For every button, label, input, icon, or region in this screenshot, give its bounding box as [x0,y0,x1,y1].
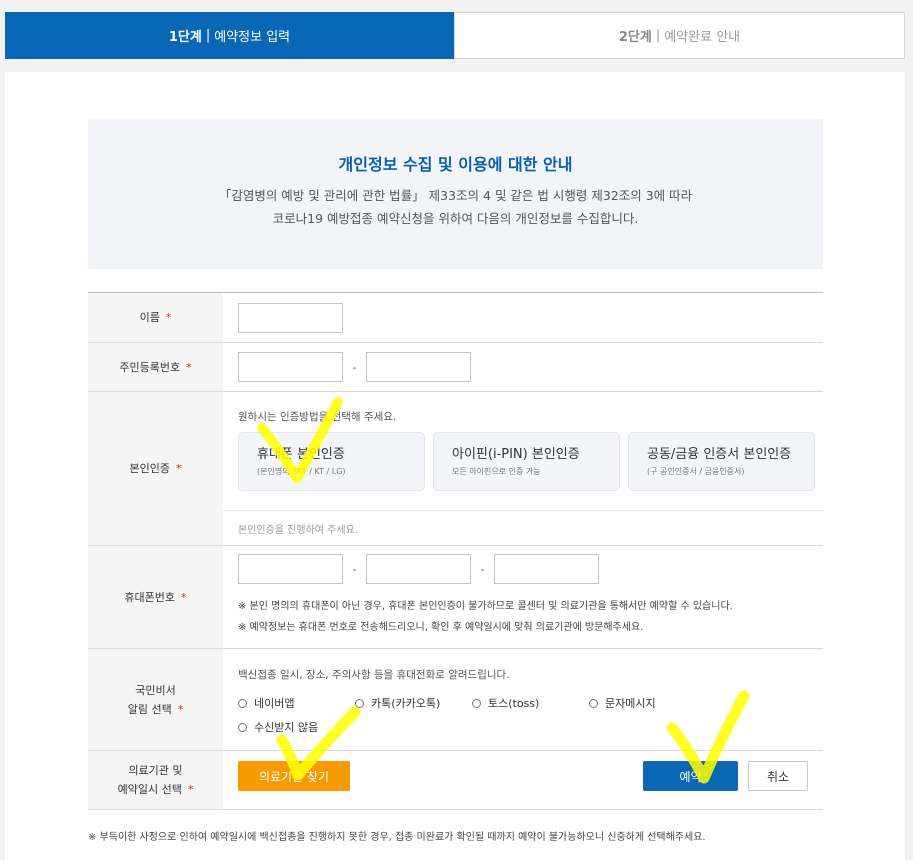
cancel-button[interactable]: 취소 [748,761,808,791]
auth-row: 본인인증 * 원하시는 인증방법을 선택해 주세요. 휴대폰 본인인증 (본인명의… [88,392,823,546]
radio-toss[interactable]: 토스(toss) [472,691,589,715]
name-content [223,293,823,342]
secretary-label-line2: 알림 선택 [127,702,172,716]
notice-line-2: 코로나19 예방접종 예약신청을 위하여 다음의 개인정보를 수집합니다. [272,211,639,226]
secretary-row: 국민비서 알림 선택 * 백신접종 일시, 장소, 주의사항 등을 휴대전화로 알… [88,649,823,751]
secretary-options: 네이버앱 카톡(카카오톡) 토스(toss) 문자메시지 수신받지 않음 [238,691,718,739]
radio-label: 카톡(카카오톡) [371,697,441,710]
radio-circle-icon [589,698,598,708]
auth-card-sub: (본인명의 SKT / KT / LG) [257,467,346,476]
phone-row: 휴대폰번호 * -- ※ 본인 명의의 휴대폰이 아닌 경우, 휴대폰 본인인증이… [88,546,823,649]
auth-label: 본인인증 * [88,392,223,545]
auth-card-sub: 모든 아이핀으로 인증 가능 [452,467,541,476]
radio-circle-icon [355,698,364,708]
phone-note-1: ※ 본인 명의의 휴대폰이 아닌 경우, 휴대폰 본인인증이 불가하므로 콜센터… [238,601,733,612]
phone-label-text: 휴대폰번호 [124,590,176,604]
radio-label: 네이버앱 [254,697,295,710]
rrn-front-input[interactable] [238,352,343,382]
radio-circle-icon [238,722,247,732]
phone-inputs: -- [238,554,823,584]
phone-part-1-input[interactable] [238,554,343,584]
auth-card-title: 아이핀(i-PIN) 본인인증 [452,447,580,462]
step-2-label: 예약완료 안내 [664,30,741,45]
step-2-tab: 2단계 | 예약완료 안내 [454,12,905,59]
radio-label: 토스(toss) [488,697,540,710]
name-input[interactable] [238,303,343,333]
rrn-back-input[interactable] [366,352,471,382]
notice-title: 개인정보 수집 및 이용에 대한 안내 [338,155,573,174]
radio-label: 문자메시지 [605,697,656,710]
secretary-label: 국민비서 알림 선택 * [88,649,223,750]
find-clinic-button[interactable]: 의료기관 찾기 [238,761,350,791]
auth-card-title: 공동/금융 인증서 본인인증 [647,447,792,462]
radio-sms[interactable]: 문자메시지 [589,691,706,715]
required-mark: * [181,590,187,604]
required-mark: * [177,702,184,716]
step-1-separator: | [205,28,211,43]
reservation-form: 이름 * 주민등록번호 * - 본인인증 * 원하시는 인증방법을 선택해 주세요. [88,292,823,810]
radio-circle-icon [472,698,481,708]
secretary-label-line1: 국민비서 [135,683,176,697]
reserve-button[interactable]: 예약 [643,761,738,791]
clinic-label: 의료기관 및 예약일시 선택 * [88,751,223,809]
step-2-number: 2단계 [618,30,652,45]
clinic-label-line1: 의료기관 및 [128,764,183,777]
step-2-separator: | [655,28,661,43]
auth-card-sub: (구 공인인증서 / 금융인증서) [647,467,745,476]
required-mark: * [186,360,192,374]
clinic-row: 의료기관 및 예약일시 선택 * 의료기관 찾기 예약 취소 [88,751,823,810]
step-1-label: 예약정보 입력 [214,30,291,45]
required-mark: * [187,783,194,796]
auth-guide: 원하시는 인증방법을 선택해 주세요. [238,411,397,423]
radio-kakaotalk[interactable]: 카톡(카카오톡) [355,691,472,715]
required-mark: * [175,462,182,475]
auth-method-cards: 휴대폰 본인인증 (본인명의 SKT / KT / LG) 아이핀(i-PIN)… [238,432,823,491]
notice-line-1: 「감염병의 예방 및 관리에 관한 법률」 제33조의 4 및 같은 법 시행령… [218,188,693,203]
clinic-label-line2: 예약일시 선택 [117,783,182,796]
phone-part-3-input[interactable] [494,554,599,584]
dash: - [352,360,357,374]
radio-no-receive[interactable]: 수신받지 않음 [238,715,358,739]
step-1-number: 1단계 [168,30,202,45]
auth-label-text: 본인인증 [129,462,170,475]
name-label: 이름 * [88,293,223,342]
auth-content: 원하시는 인증방법을 선택해 주세요. 휴대폰 본인인증 (본인명의 SKT /… [223,392,823,545]
rrn-content: - [223,343,823,391]
auth-card-ipin[interactable]: 아이핀(i-PIN) 본인인증 모든 아이핀으로 인증 가능 [433,432,620,491]
dash: - [352,562,357,576]
clinic-content: 의료기관 찾기 예약 취소 [223,751,823,809]
name-label-text: 이름 [139,311,160,324]
auth-card-title: 휴대폰 본인인증 [257,447,345,462]
step-tabs: 1단계 | 예약정보 입력 2단계 | 예약완료 안내 [5,12,905,59]
radio-circle-icon [238,698,247,708]
name-row: 이름 * [88,293,823,343]
radio-naver-app[interactable]: 네이버앱 [238,691,355,715]
auth-card-phone[interactable]: 휴대폰 본인인증 (본인명의 SKT / KT / LG) [238,432,425,491]
phone-content: -- ※ 본인 명의의 휴대폰이 아닌 경우, 휴대폰 본인인증이 불가하므로 … [223,546,823,648]
radio-label: 수신받지 않음 [254,721,319,734]
secretary-guide: 백신접종 일시, 장소, 주의사항 등을 휴대전화로 알려드립니다. [238,669,510,681]
required-mark: * [165,311,172,324]
footnote: ※ 부득이한 사정으로 인하여 예약일시에 백신접종을 진행하지 못한 경우, … [88,832,706,843]
phone-label: 휴대폰번호 * [88,546,223,648]
privacy-notice: 개인정보 수집 및 이용에 대한 안내 「감염병의 예방 및 관리에 관한 법률… [88,119,823,269]
phone-note-2: ※ 예약정보는 휴대폰 번호로 전송해드리오니, 확인 후 예약일시에 맞춰 의… [238,622,644,633]
step-1-tab: 1단계 | 예약정보 입력 [5,12,454,59]
auth-card-certificate[interactable]: 공동/금융 인증서 본인인증 (구 공인인증서 / 금융인증서) [628,432,815,491]
rrn-label: 주민등록번호 * [88,343,223,391]
auth-status: 본인인증을 진행하여 주세요. [223,510,823,546]
rrn-row: 주민등록번호 * - [88,343,823,392]
secretary-content: 백신접종 일시, 장소, 주의사항 등을 휴대전화로 알려드립니다. 네이버앱 … [223,649,823,750]
phone-part-2-input[interactable] [366,554,471,584]
rrn-label-text: 주민등록번호 [119,360,181,374]
dash: - [480,562,485,576]
form-panel: 개인정보 수집 및 이용에 대한 안내 「감염병의 예방 및 관리에 관한 법률… [5,72,905,860]
